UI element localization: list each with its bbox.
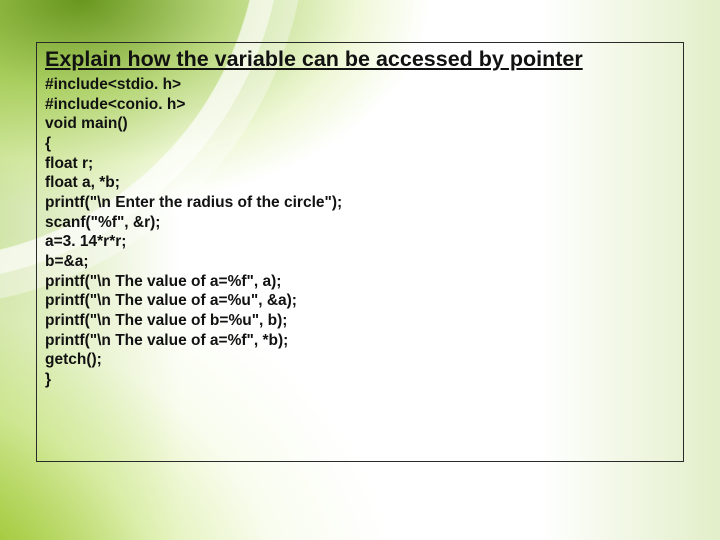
content-card: Explain how the variable can be accessed…	[36, 42, 684, 462]
code-line: scanf("%f", &r);	[45, 214, 160, 231]
code-line: }	[45, 371, 51, 388]
code-line: void main()	[45, 115, 128, 132]
code-line: printf("\n Enter the radius of the circl…	[45, 194, 342, 211]
code-block: #include<stdio. h> #include<conio. h> vo…	[45, 75, 675, 390]
code-line: getch();	[45, 351, 102, 368]
code-line: float a, *b;	[45, 174, 120, 191]
code-line: printf("\n The value of a=%f", *b);	[45, 332, 288, 349]
code-line: printf("\n The value of a=%f", a);	[45, 273, 281, 290]
slide-title: Explain how the variable can be accessed…	[45, 47, 675, 72]
code-line: printf("\n The value of b=%u", b);	[45, 312, 287, 329]
code-line: a=3. 14*r*r;	[45, 233, 126, 250]
code-line: printf("\n The value of a=%u", &a);	[45, 292, 297, 309]
code-line: #include<conio. h>	[45, 96, 185, 113]
code-line: {	[45, 135, 51, 152]
code-line: float r;	[45, 155, 93, 172]
code-line: #include<stdio. h>	[45, 76, 181, 93]
code-line: b=&a;	[45, 253, 89, 270]
